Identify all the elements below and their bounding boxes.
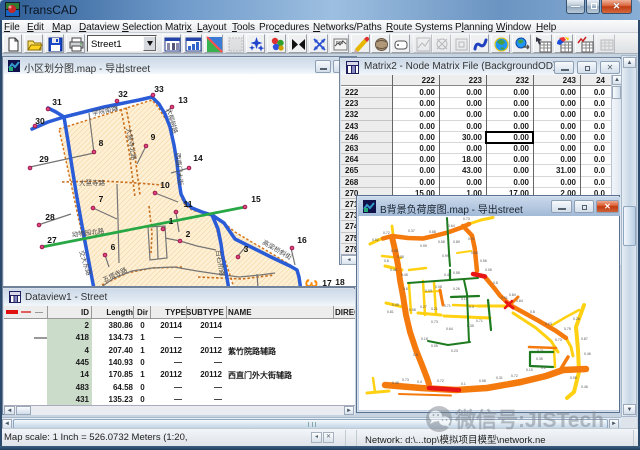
svg-text:0.58: 0.58 [479,379,486,383]
svg-text:0.8: 0.8 [530,310,535,314]
svg-text:0.26: 0.26 [573,317,580,321]
svg-text:0.84: 0.84 [516,299,523,303]
svg-text:29: 29 [39,154,49,164]
svg-text:0.64: 0.64 [446,327,453,331]
svg-text:0.18: 0.18 [421,337,428,341]
svg-text:10: 10 [160,180,170,190]
svg-text:0.72: 0.72 [437,379,444,383]
svg-text:0.48: 0.48 [391,249,398,253]
svg-text:0.99: 0.99 [420,244,427,248]
svg-text:0.73: 0.73 [555,338,562,342]
svg-text:0.15: 0.15 [526,368,533,372]
svg-text:0.05: 0.05 [431,344,438,348]
svg-text:14: 14 [193,153,203,163]
svg-text:0.91: 0.91 [468,237,475,241]
svg-text:0.46: 0.46 [581,385,588,389]
svg-text:0.73: 0.73 [431,320,438,324]
svg-text:0.4: 0.4 [417,380,422,384]
svg-text:11: 11 [184,199,193,209]
svg-text:0.35: 0.35 [467,324,474,328]
svg-text:0.13: 0.13 [461,297,468,301]
svg-text:0.45: 0.45 [392,303,399,307]
svg-text:0.08: 0.08 [435,285,442,289]
svg-text:6: 6 [111,242,116,252]
svg-text:0.48: 0.48 [390,268,397,272]
svg-text:0.2: 0.2 [541,366,546,370]
svg-text:0.08: 0.08 [397,255,404,259]
svg-text:0.89: 0.89 [453,240,460,244]
svg-text:0.87: 0.87 [581,337,588,341]
svg-text:0.68: 0.68 [429,230,436,234]
svg-text:0.27: 0.27 [420,305,427,309]
svg-text:微信号:JISTech: 微信号:JISTech [454,408,604,432]
svg-text:0.73: 0.73 [463,217,470,221]
svg-text:0.08: 0.08 [570,376,577,380]
svg-text:0.58: 0.58 [409,308,416,312]
svg-text:大慧寺路: 大慧寺路 [79,178,106,187]
svg-text:0.41: 0.41 [444,273,451,277]
svg-text:0.1: 0.1 [461,382,466,386]
svg-text:0.72: 0.72 [511,374,518,378]
svg-text:0.06: 0.06 [485,268,492,272]
svg-text:9: 9 [151,132,156,142]
svg-text:0.71: 0.71 [537,349,544,353]
svg-text:28: 28 [45,212,55,222]
svg-text:0.8: 0.8 [384,259,389,263]
svg-text:0.48: 0.48 [392,381,399,385]
svg-text:0.46: 0.46 [584,352,591,356]
svg-text:3: 3 [244,244,249,254]
svg-text:0.91: 0.91 [501,296,508,300]
svg-text:0.58: 0.58 [471,251,478,255]
svg-text:0.8: 0.8 [403,287,408,291]
svg-text:0.03: 0.03 [425,289,432,293]
svg-text:0.56: 0.56 [480,259,487,263]
svg-text:0.58: 0.58 [453,271,460,275]
svg-text:0.75: 0.75 [564,327,571,331]
svg-text:17: 17 [322,278,332,286]
svg-text:0.73: 0.73 [402,378,409,382]
svg-text:27: 27 [47,235,57,245]
svg-text:0.72: 0.72 [383,231,390,235]
svg-text:0.71: 0.71 [476,319,483,323]
svg-text:3: 3 [301,278,321,286]
svg-text:16: 16 [297,235,307,245]
svg-text:0.3: 0.3 [469,305,474,309]
svg-text:8: 8 [99,138,104,148]
svg-text:30: 30 [35,116,45,126]
svg-text:1: 1 [169,216,174,226]
svg-text:0.84: 0.84 [509,293,516,297]
svg-text:0.35: 0.35 [536,357,543,361]
svg-text:31: 31 [52,97,62,107]
svg-text:0.26: 0.26 [453,287,460,291]
svg-text:0.45: 0.45 [401,273,408,277]
svg-text:18: 18 [335,277,345,286]
svg-text:15: 15 [251,194,261,204]
svg-text:net: net [336,40,344,46]
svg-text:2: 2 [186,229,191,239]
svg-text:32: 32 [118,89,128,99]
svg-text:0.99: 0.99 [442,254,449,258]
svg-text:0.8: 0.8 [413,353,418,357]
svg-text:0.37: 0.37 [408,229,415,233]
svg-text:0.63: 0.63 [545,322,552,326]
svg-text:0.64: 0.64 [448,224,455,228]
svg-text:0.71: 0.71 [444,304,451,308]
svg-text:0.58: 0.58 [438,240,445,244]
svg-text:0.8: 0.8 [493,281,498,285]
svg-text:0.31: 0.31 [496,376,503,380]
svg-text:33: 33 [154,84,164,94]
svg-text:0.23: 0.23 [451,349,458,353]
svg-text:0.52: 0.52 [372,238,379,242]
svg-text:0.21: 0.21 [431,307,438,311]
svg-text:13: 13 [178,95,188,105]
svg-text:7: 7 [99,194,104,204]
svg-text:0.81: 0.81 [387,310,394,314]
